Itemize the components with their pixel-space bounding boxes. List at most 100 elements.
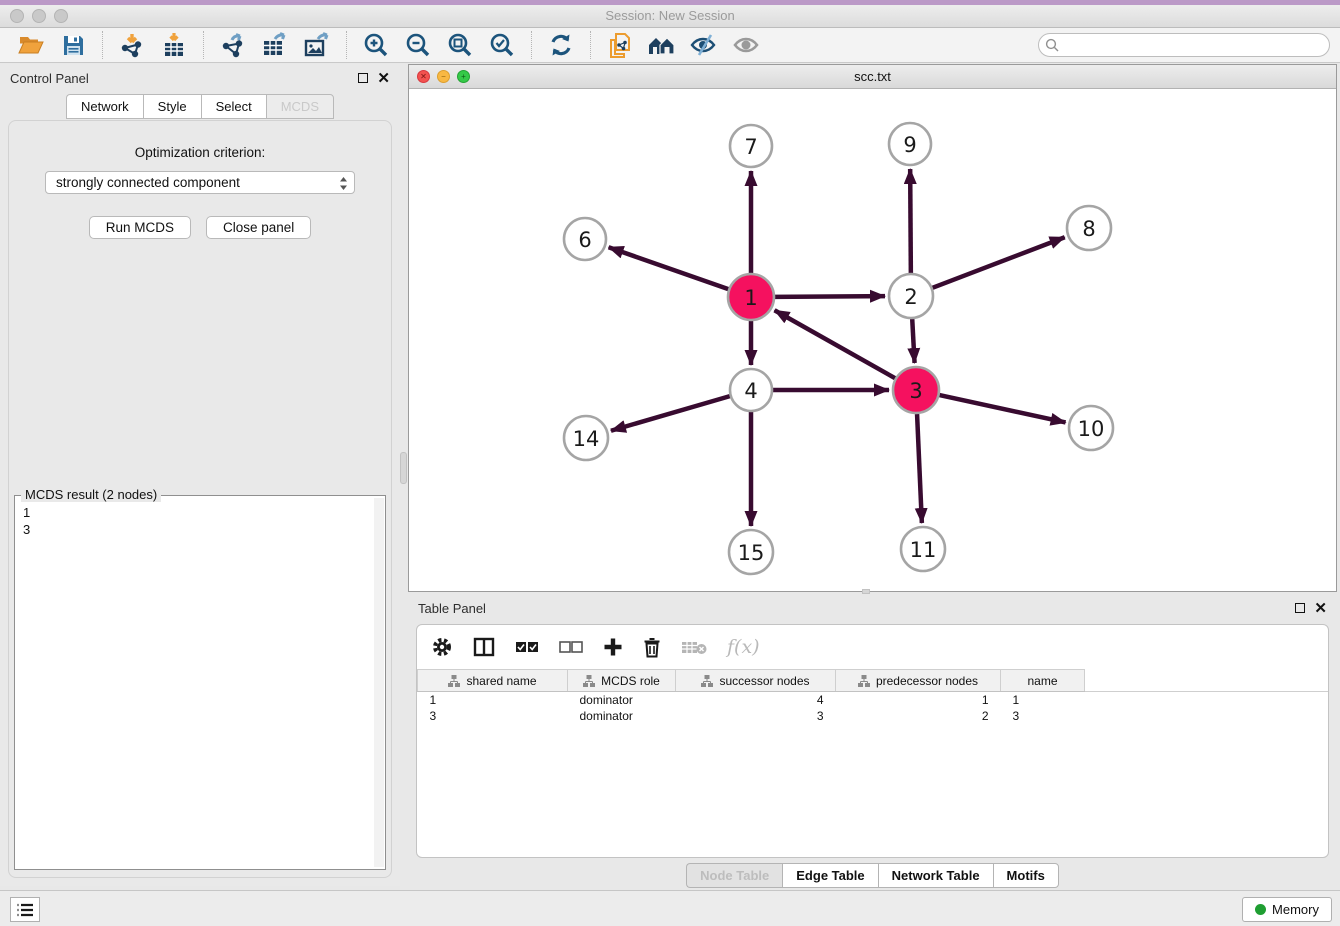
tab-network-table[interactable]: Network Table bbox=[878, 863, 993, 888]
control-panel-tabs: Network Style Select MCDS bbox=[0, 94, 400, 119]
run-mcds-button[interactable]: Run MCDS bbox=[89, 216, 191, 239]
zoom-out-button[interactable] bbox=[402, 31, 434, 59]
graph-edge-3-1[interactable] bbox=[775, 310, 896, 378]
column-header-name[interactable]: name bbox=[1001, 670, 1085, 692]
deselect-all-rows-button[interactable] bbox=[559, 641, 583, 653]
dropdown-value: strongly connected component bbox=[56, 175, 240, 190]
tab-network[interactable]: Network bbox=[66, 94, 143, 119]
result-scrollbar[interactable] bbox=[374, 498, 384, 867]
memory-status-icon bbox=[1255, 904, 1266, 915]
table-options-button[interactable] bbox=[431, 636, 453, 658]
float-panel-icon[interactable] bbox=[358, 73, 368, 83]
graph-edge-1-2[interactable] bbox=[775, 296, 885, 297]
hide-selected-button[interactable] bbox=[688, 31, 720, 59]
export-network-button[interactable] bbox=[217, 31, 249, 59]
search-input[interactable] bbox=[1038, 33, 1330, 57]
tree-icon bbox=[583, 675, 595, 687]
column-header-successor-nodes[interactable]: successor nodes bbox=[676, 670, 836, 692]
network-window-titlebar[interactable]: ✕ − + scc.txt bbox=[409, 65, 1336, 89]
open-folder-icon bbox=[18, 33, 44, 57]
import-table-button[interactable] bbox=[158, 31, 190, 59]
optimization-criterion-select[interactable]: strongly connected component bbox=[45, 171, 355, 194]
table-row[interactable]: 3 dominator 3 2 3 bbox=[418, 708, 1329, 724]
zoom-selected-icon bbox=[489, 32, 515, 58]
refresh-icon bbox=[548, 32, 574, 58]
main-toolbar bbox=[0, 28, 1340, 63]
show-all-button[interactable] bbox=[730, 31, 762, 59]
graph-node-label-9: 9 bbox=[903, 133, 916, 157]
graph-node-label-10: 10 bbox=[1078, 417, 1105, 441]
tab-style[interactable]: Style bbox=[143, 94, 201, 119]
network-canvas[interactable]: 1234678910111415 bbox=[409, 89, 1336, 591]
column-header-shared-name[interactable]: shared name bbox=[418, 670, 568, 692]
graph-edge-2-3[interactable] bbox=[912, 319, 914, 363]
graph-node-label-7: 7 bbox=[744, 135, 757, 159]
deselect-checkboxes-icon bbox=[559, 641, 583, 653]
graph-edge-4-14[interactable] bbox=[611, 396, 730, 431]
zoom-fit-button[interactable] bbox=[444, 31, 476, 59]
gear-icon bbox=[431, 636, 453, 658]
mcds-result-box: MCDS result (2 nodes) 1 3 bbox=[14, 495, 386, 870]
panel-list-button[interactable] bbox=[10, 897, 40, 922]
zoom-out-icon bbox=[405, 32, 431, 58]
close-panel-button[interactable]: Close panel bbox=[206, 216, 311, 239]
column-header-predecessor-nodes[interactable]: predecessor nodes bbox=[836, 670, 1001, 692]
graph-node-label-6: 6 bbox=[578, 228, 591, 252]
float-table-panel-icon[interactable] bbox=[1295, 603, 1305, 613]
memory-label: Memory bbox=[1272, 902, 1319, 917]
show-eye-icon bbox=[732, 33, 760, 57]
split-pane-handle-vertical[interactable] bbox=[400, 452, 407, 484]
table-panel-title: Table Panel bbox=[418, 601, 486, 616]
tab-node-table[interactable]: Node Table bbox=[686, 863, 782, 888]
toolbar-separator bbox=[203, 31, 204, 59]
tab-motifs[interactable]: Motifs bbox=[993, 863, 1059, 888]
memory-button[interactable]: Memory bbox=[1242, 897, 1332, 922]
close-panel-icon[interactable]: ✕ bbox=[377, 71, 390, 86]
node-table-container: f(x) shared name MCDS role success bbox=[416, 624, 1329, 858]
control-panel-title: Control Panel bbox=[10, 71, 89, 86]
save-session-button[interactable] bbox=[57, 31, 89, 59]
table-row[interactable]: 1 dominator 4 1 1 bbox=[418, 692, 1329, 708]
app-title: Session: New Session bbox=[0, 8, 1340, 23]
import-table-icon bbox=[161, 32, 187, 58]
zoom-selected-button[interactable] bbox=[486, 31, 518, 59]
delete-table-button-disabled bbox=[681, 639, 707, 655]
tab-mcds[interactable]: MCDS bbox=[266, 94, 334, 119]
export-table-button[interactable] bbox=[259, 31, 291, 59]
graph-edge-3-10[interactable] bbox=[939, 395, 1065, 422]
graph-edge-3-11[interactable] bbox=[917, 414, 922, 523]
import-network-button[interactable] bbox=[116, 31, 148, 59]
control-panel: Control Panel ✕ Network Style Select MCD… bbox=[0, 64, 400, 886]
first-neighbors-button[interactable] bbox=[646, 31, 678, 59]
graph-edge-2-8[interactable] bbox=[932, 237, 1064, 288]
plus-icon bbox=[603, 637, 623, 657]
duplicate-network-button[interactable] bbox=[604, 31, 636, 59]
zoom-in-button[interactable] bbox=[360, 31, 392, 59]
search-icon bbox=[1045, 38, 1059, 52]
trash-icon bbox=[643, 637, 661, 658]
export-image-button[interactable] bbox=[301, 31, 333, 59]
add-column-button[interactable] bbox=[603, 637, 623, 657]
graph-node-label-4: 4 bbox=[744, 379, 757, 403]
graph-node-label-11: 11 bbox=[910, 538, 937, 562]
select-all-rows-button[interactable] bbox=[515, 641, 539, 653]
list-icon bbox=[16, 902, 34, 918]
refresh-layout-button[interactable] bbox=[545, 31, 577, 59]
optimization-criterion-label: Optimization criterion: bbox=[9, 145, 391, 160]
column-header-mcds-role[interactable]: MCDS role bbox=[568, 670, 676, 692]
graph-edge-2-9[interactable] bbox=[910, 169, 911, 273]
toolbar-separator bbox=[102, 31, 103, 59]
show-columns-button[interactable] bbox=[473, 637, 495, 657]
delete-column-button[interactable] bbox=[643, 637, 661, 658]
table-panel: Table Panel ✕ bbox=[408, 594, 1337, 890]
graph-edge-1-6[interactable] bbox=[609, 247, 729, 289]
close-table-panel-icon[interactable]: ✕ bbox=[1314, 601, 1327, 616]
table-header-row: shared name MCDS role successor nodes pr… bbox=[418, 670, 1329, 692]
header-filler bbox=[1085, 670, 1329, 692]
tab-edge-table[interactable]: Edge Table bbox=[782, 863, 877, 888]
open-session-button[interactable] bbox=[15, 31, 47, 59]
tab-select[interactable]: Select bbox=[201, 94, 266, 119]
duplicate-network-icon bbox=[608, 32, 632, 59]
mcds-result-text[interactable]: 1 3 bbox=[15, 500, 373, 869]
graph-node-label-15: 15 bbox=[738, 541, 765, 565]
